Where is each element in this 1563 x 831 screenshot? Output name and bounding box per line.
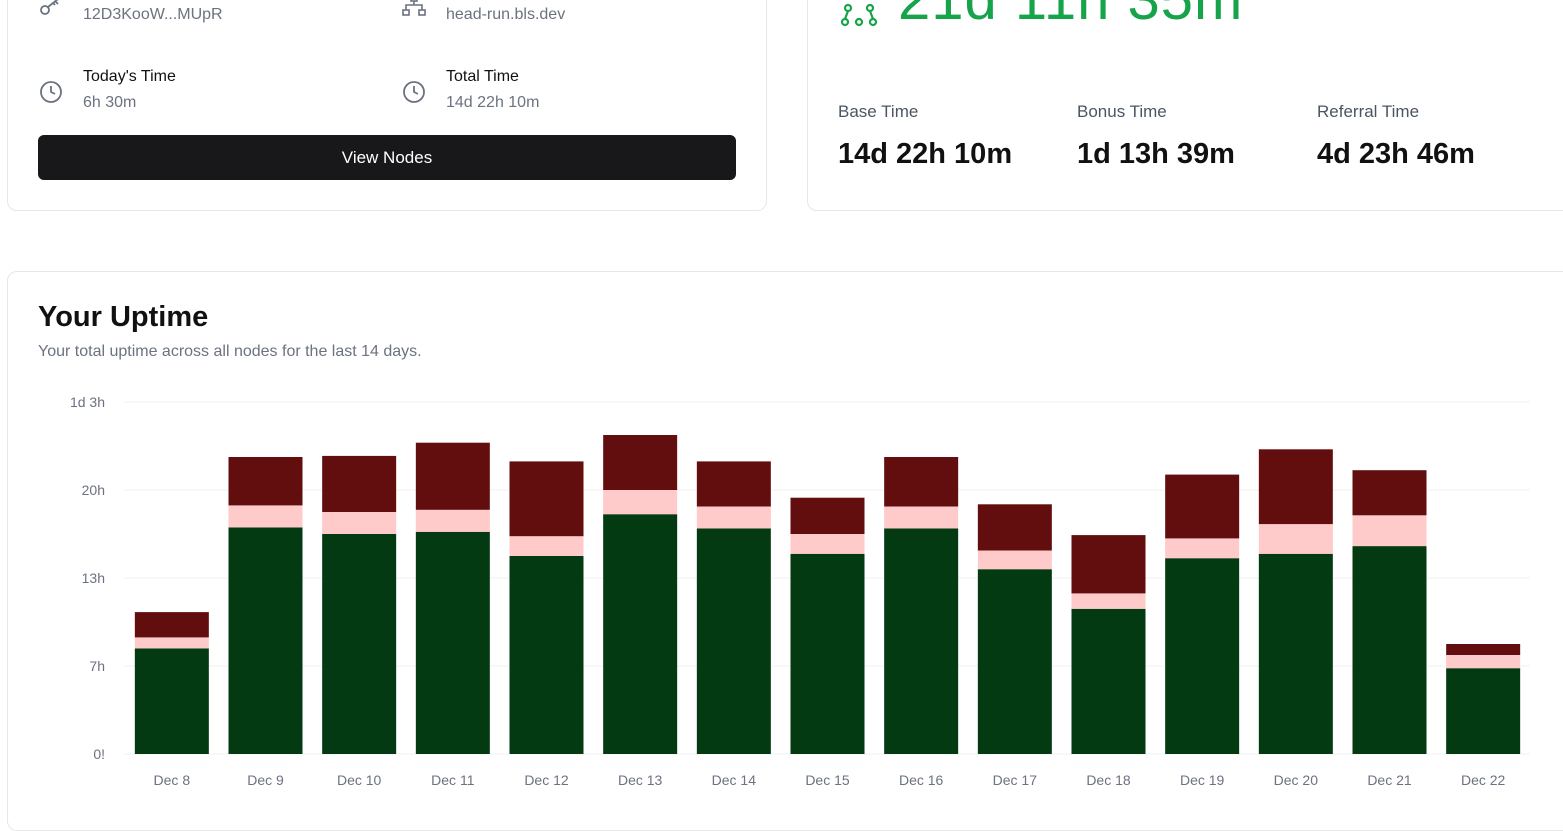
bar-referral[interactable] (790, 497, 865, 534)
bar-bonus[interactable] (322, 512, 397, 534)
uptime-chart: 0! 7h 13h 20h 1d 3h Dec 8 Dec 9 Dec 10 Dec 11 Dec… (70, 394, 1530, 788)
x-tick-label: Dec 16 (899, 772, 944, 788)
bar-bonus[interactable] (1071, 593, 1146, 609)
bar-referral[interactable] (603, 435, 678, 490)
key-icon (38, 0, 64, 19)
bar-base[interactable] (977, 569, 1052, 754)
x-tick-label: Dec 12 (524, 772, 569, 788)
bonus-time-value: 1d 13h 39m (1077, 138, 1235, 170)
bar-bonus[interactable] (884, 506, 959, 529)
bar-referral[interactable] (1071, 535, 1146, 594)
todays-time-value: 6h 30m (83, 94, 137, 111)
view-nodes-button[interactable]: View Nodes (38, 135, 736, 180)
peer-id-info: 12D3KooW...MUpR (38, 0, 223, 25)
clock-icon (38, 79, 64, 105)
x-tick-label: Dec 19 (1180, 772, 1225, 788)
x-tick-label: Dec 21 (1367, 772, 1412, 788)
todays-time-label: Today's Time (83, 68, 176, 85)
bar-bonus[interactable] (1165, 538, 1240, 559)
bar-bonus[interactable] (977, 550, 1052, 570)
peer-id-value: 12D3KooW...MUpR (83, 6, 223, 23)
bar-referral[interactable] (1352, 470, 1427, 516)
bar-base[interactable] (322, 534, 397, 754)
bar-bonus[interactable] (1258, 524, 1333, 554)
x-tick-label: Dec 22 (1461, 772, 1506, 788)
bar-base[interactable] (884, 528, 959, 755)
bar-base[interactable] (790, 553, 865, 754)
x-tick-label: Dec 15 (805, 772, 850, 788)
total-time-label: Total Time (446, 68, 519, 85)
network-icon (401, 0, 427, 19)
x-tick-label: Dec 20 (1274, 772, 1319, 788)
x-tick-label: Dec 13 (618, 772, 663, 788)
bar-referral[interactable] (696, 461, 771, 507)
total-time-value: 21d 11h 35m (898, 0, 1243, 29)
bar-referral[interactable] (884, 457, 959, 507)
y-tick-label: 20h (82, 482, 105, 498)
bar-bonus[interactable] (1352, 515, 1427, 547)
bar-bonus[interactable] (228, 505, 303, 528)
x-tick-label: Dec 17 (993, 772, 1038, 788)
bar-referral[interactable] (322, 455, 397, 512)
bar-bonus[interactable] (603, 490, 678, 515)
clock-icon (401, 79, 427, 105)
y-tick-label: 13h (82, 570, 105, 586)
bar-base[interactable] (1258, 553, 1333, 754)
total-time-info: Total Time 14d 22h 10m (401, 67, 539, 113)
y-tick-label: 0! (93, 746, 105, 762)
bar-referral[interactable] (977, 504, 1052, 551)
x-tick-label: Dec 9 (247, 772, 284, 788)
host-value: head-run.bls.dev (446, 6, 566, 23)
y-tick-label: 7h (89, 658, 105, 674)
total-time-card: 21d 11h 35m Base Time 14d 22h 10m Bonus … (807, 0, 1563, 211)
host-info: head-run.bls.dev (401, 0, 565, 25)
bar-referral[interactable] (228, 457, 303, 506)
bar-referral[interactable] (134, 612, 209, 638)
bar-bonus[interactable] (509, 536, 584, 556)
x-tick-label: Dec 8 (154, 772, 191, 788)
bar-referral[interactable] (1165, 474, 1240, 539)
bar-base[interactable] (1446, 668, 1521, 754)
x-tick-label: Dec 10 (337, 772, 382, 788)
nodes-icon (840, 3, 878, 29)
bar-base[interactable] (1352, 546, 1427, 754)
bonus-time-label: Bonus Time (1077, 102, 1167, 121)
base-time-label: Base Time (838, 102, 919, 121)
node-info-card: 12D3KooW...MUpR head-run.bls.dev Today's… (7, 0, 767, 211)
bar-base[interactable] (134, 648, 209, 754)
bar-referral[interactable] (1446, 644, 1521, 655)
x-tick-label: Dec 18 (1086, 772, 1131, 788)
bar-base[interactable] (1071, 608, 1146, 754)
bar-bonus[interactable] (696, 506, 771, 529)
y-tick-label: 1d 3h (70, 394, 105, 410)
total-time-value: 14d 22h 10m (446, 94, 540, 111)
bar-bonus[interactable] (790, 534, 865, 554)
bar-bonus[interactable] (1446, 655, 1521, 669)
referral-time-value: 4d 23h 46m (1317, 138, 1475, 170)
x-tick-label: Dec 11 (431, 772, 475, 788)
bar-base[interactable] (228, 527, 303, 754)
bar-bonus[interactable] (134, 637, 209, 649)
bar-bonus[interactable] (415, 509, 490, 532)
bar-referral[interactable] (415, 442, 490, 510)
uptime-card: Your Uptime Your total uptime across all… (7, 271, 1563, 831)
base-time-stat: Base Time 14d 22h 10m (838, 102, 1012, 171)
bar-referral[interactable] (1258, 449, 1333, 525)
referral-time-label: Referral Time (1317, 102, 1420, 121)
bar-base[interactable] (696, 528, 771, 755)
bonus-time-stat: Bonus Time 1d 13h 39m (1077, 102, 1235, 171)
bar-referral[interactable] (509, 461, 584, 537)
bar-base[interactable] (509, 556, 584, 754)
referral-time-stat: Referral Time 4d 23h 46m (1317, 102, 1475, 171)
x-tick-label: Dec 14 (712, 772, 757, 788)
bar-base[interactable] (603, 514, 678, 754)
bar-base[interactable] (415, 531, 490, 754)
todays-time-info: Today's Time 6h 30m (38, 67, 176, 113)
bar-base[interactable] (1165, 558, 1240, 754)
base-time-value: 14d 22h 10m (838, 138, 1013, 170)
